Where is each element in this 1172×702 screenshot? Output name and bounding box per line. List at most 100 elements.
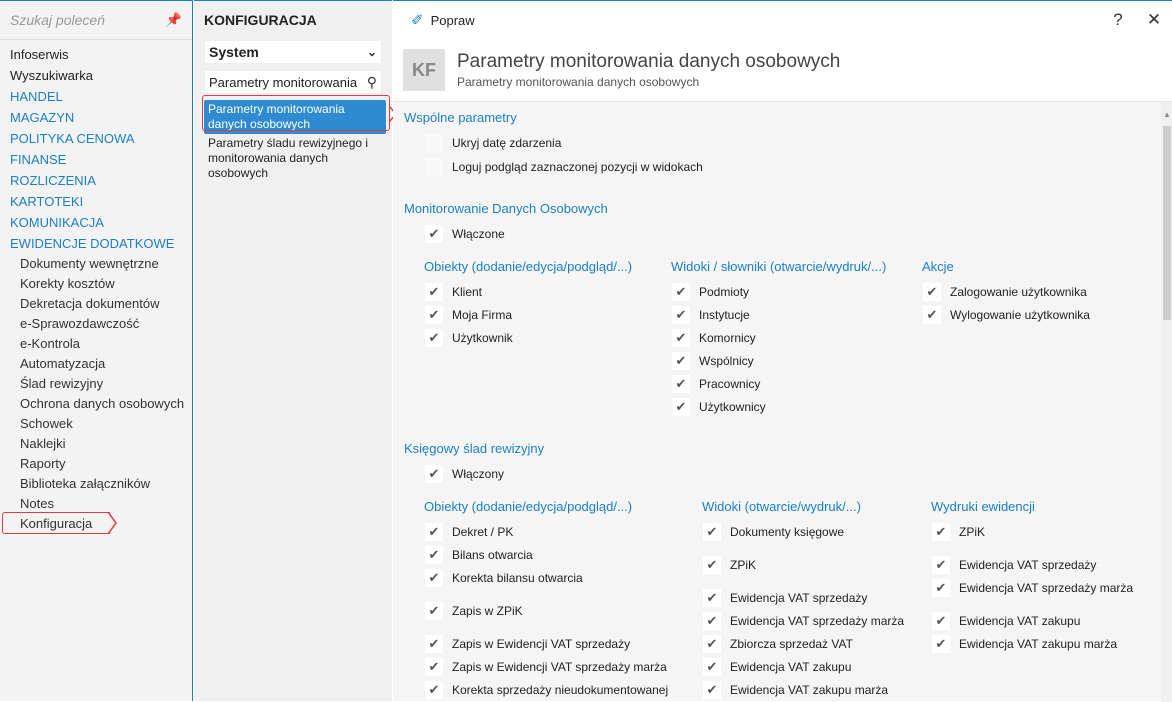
nav-item[interactable]: Infoserwis	[0, 44, 192, 65]
nav-item[interactable]: e-Kontrola	[0, 334, 192, 354]
scroll-up-icon[interactable]: ▲	[1163, 110, 1171, 119]
nav-item[interactable]: Dokumenty wewnętrzne	[0, 254, 192, 274]
checkmark-icon[interactable]: ✔	[672, 398, 690, 416]
checkbox-option[interactable]: ✔ Korekta bilansu otwarcia	[425, 569, 583, 587]
checkmark-icon[interactable]: ✔	[923, 283, 941, 301]
checkbox-option[interactable]: ✔ Włączone	[425, 225, 505, 243]
checkbox-option[interactable]: ✔ Ewidencja VAT zakupu marża	[703, 681, 888, 699]
checkmark-icon[interactable]: ✔	[425, 329, 443, 347]
checkmark-icon[interactable]: ✔	[425, 465, 443, 483]
nav-item[interactable]: KOMUNIKACJA	[0, 212, 192, 233]
nav-item[interactable]: Raporty	[0, 454, 192, 474]
checkmark-icon[interactable]: ✔	[703, 658, 721, 676]
checkbox-option[interactable]: ✔ Ewidencja VAT zakupu	[932, 612, 1080, 630]
checkbox-option[interactable]: ✔ Ewidencja VAT sprzedaży	[932, 556, 1096, 574]
checkmark-icon[interactable]: ✔	[932, 556, 950, 574]
nav-item[interactable]: Korekty kosztów	[0, 274, 192, 294]
checkbox-option[interactable]: ✔ Dekret / PK	[425, 523, 513, 541]
checkmark-icon[interactable]: ✔	[672, 283, 690, 301]
nav-item[interactable]: Wyszukiwarka	[0, 65, 192, 86]
checkmark-icon[interactable]: ✔	[425, 681, 443, 699]
search-icon[interactable]: ⚲	[367, 74, 377, 91]
nav-item[interactable]: Dekretacja dokumentów	[0, 294, 192, 314]
checkbox-option[interactable]: ✔ Zapis w Ewidencji VAT sprzedaży	[425, 635, 630, 653]
checkmark-icon[interactable]: ✔	[932, 612, 950, 630]
checkbox-option[interactable]: ✔ Ewidencja VAT sprzedaży marża	[932, 579, 1133, 597]
checkmark-icon[interactable]: ✔	[703, 556, 721, 574]
checkmark-icon[interactable]: ✔	[703, 589, 721, 607]
checkbox-option[interactable]: ✔ Użytkownik	[425, 329, 513, 347]
brush-icon[interactable]: ✐	[411, 11, 424, 29]
nav-item[interactable]: HANDEL	[0, 86, 192, 107]
checkmark-icon[interactable]: ✔	[703, 523, 721, 541]
checkbox-option[interactable]: ✔ Moja Firma	[425, 306, 512, 324]
checkbox-empty-icon[interactable]	[425, 134, 443, 152]
checkbox-option[interactable]: ✔ Dokumenty księgowe	[703, 523, 844, 541]
checkmark-icon[interactable]: ✔	[425, 306, 443, 324]
checkbox-option[interactable]: ✔ Komornicy	[672, 329, 756, 347]
checkbox-option[interactable]: ✔ Ewidencja VAT sprzedaży marża	[703, 612, 904, 630]
checkbox-option[interactable]: ✔ Bilans otwarcia	[425, 546, 533, 564]
pin-icon[interactable]: 📌	[166, 12, 182, 28]
checkmark-icon[interactable]: ✔	[703, 612, 721, 630]
checkbox-option[interactable]: ✔ Wspólnicy	[672, 352, 754, 370]
checkmark-icon[interactable]: ✔	[672, 306, 690, 324]
nav-item[interactable]: Automatyzacja	[0, 354, 192, 374]
scope-select[interactable]: System ⌄	[204, 40, 382, 64]
checkbox-option[interactable]: ✔ Ewidencja VAT sprzedaży	[703, 589, 867, 607]
help-button[interactable]: ?	[1100, 10, 1136, 30]
checkmark-icon[interactable]: ✔	[703, 635, 721, 653]
nav-item[interactable]: Notes	[0, 494, 192, 514]
checkmark-icon[interactable]: ✔	[932, 523, 950, 541]
checkbox-option[interactable]: ✔ ZPiK	[932, 523, 985, 541]
nav-item[interactable]: Ochrona danych osobowych	[0, 394, 192, 414]
close-button[interactable]: ✕	[1136, 10, 1172, 30]
checkmark-icon[interactable]: ✔	[425, 658, 443, 676]
checkmark-icon[interactable]: ✔	[425, 635, 443, 653]
checkbox-option[interactable]: ✔ Pracownicy	[672, 375, 760, 393]
tree-node-audit-trail[interactable]: Parametry śladu rewizyjnego i monitorowa…	[194, 134, 392, 183]
checkbox-option[interactable]: ✔ Użytkownicy	[672, 398, 766, 416]
command-search-input[interactable]: Szukaj poleceń	[10, 12, 166, 28]
vertical-scrollbar[interactable]: ▲	[1161, 102, 1172, 702]
checkmark-icon[interactable]: ✔	[672, 352, 690, 370]
checkbox-option[interactable]: ✔ Klient	[425, 283, 482, 301]
nav-item[interactable]: MAGAZYN	[0, 107, 192, 128]
checkbox-option[interactable]: ✔ Wylogowanie użytkownika	[923, 306, 1090, 324]
checkbox-empty-icon[interactable]	[425, 158, 443, 176]
nav-item[interactable]: Biblioteka załączników	[0, 474, 192, 494]
checkmark-icon[interactable]: ✔	[425, 569, 443, 587]
filter-field[interactable]: Parametry monitorowania ⚲	[204, 70, 382, 94]
checkbox-option[interactable]: ✔ Ewidencja VAT zakupu marża	[932, 635, 1117, 653]
nav-item[interactable]: FINANSE	[0, 149, 192, 170]
checkbox-option[interactable]: ✔ Zalogowanie użytkownika	[923, 283, 1087, 301]
nav-item[interactable]: e-Sprawozdawczość	[0, 314, 192, 334]
checkmark-icon[interactable]: ✔	[425, 546, 443, 564]
checkmark-icon[interactable]: ✔	[923, 306, 941, 324]
command-search[interactable]: Szukaj poleceń 📌	[0, 1, 192, 40]
checkmark-icon[interactable]: ✔	[672, 329, 690, 347]
checkbox-option[interactable]: ✔ Zapis w Ewidencji VAT sprzedaży marża	[425, 658, 667, 676]
checkbox-option[interactable]: ✔ Włączony	[425, 465, 504, 483]
checkbox-option[interactable]: ✔ Zapis w ZPiK	[425, 602, 523, 620]
nav-item[interactable]: Naklejki	[0, 434, 192, 454]
checkmark-icon[interactable]: ✔	[932, 579, 950, 597]
checkmark-icon[interactable]: ✔	[672, 375, 690, 393]
checkbox-option[interactable]: Loguj podgląd zaznaczonej pozycji w wido…	[425, 158, 703, 176]
edit-button[interactable]: Popraw	[431, 13, 1100, 28]
nav-item[interactable]: ROZLICZENIA	[0, 170, 192, 191]
checkmark-icon[interactable]: ✔	[425, 283, 443, 301]
checkmark-icon[interactable]: ✔	[703, 681, 721, 699]
checkbox-option[interactable]: ✔ Korekta sprzedaży nieudokumentowanej	[425, 681, 668, 699]
nav-item[interactable]: POLITYKA CENOWA	[0, 128, 192, 149]
checkmark-icon[interactable]: ✔	[425, 602, 443, 620]
checkbox-option[interactable]: Ukryj datę zdarzenia	[425, 134, 561, 152]
checkbox-option[interactable]: ✔ Podmioty	[672, 283, 749, 301]
checkbox-option[interactable]: ✔ Ewidencja VAT zakupu	[703, 658, 851, 676]
checkbox-option[interactable]: ✔ Instytucje	[672, 306, 750, 324]
nav-item[interactable]: EWIDENCJE DODATKOWE	[0, 233, 192, 254]
scrollbar-thumb[interactable]	[1163, 126, 1171, 320]
nav-item[interactable]: Ślad rewizyjny	[0, 374, 192, 394]
nav-item[interactable]: Schowek	[0, 414, 192, 434]
checkmark-icon[interactable]: ✔	[425, 523, 443, 541]
